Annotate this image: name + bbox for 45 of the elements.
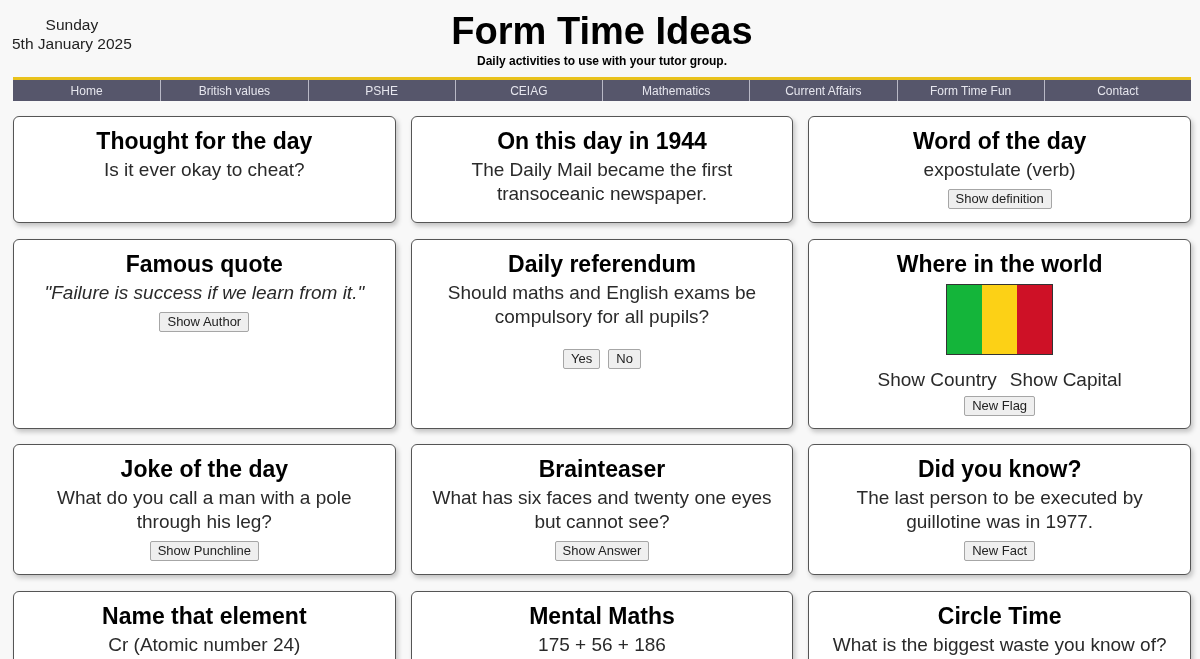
nav-link[interactable]: CEIAG	[454, 80, 602, 101]
card-text: The last person to be executed by guillotine was in 1977.	[855, 486, 1144, 534]
card-text: What is the biggest waste you know of?	[832, 632, 1167, 657]
reveal-button[interactable]: Show Author	[159, 311, 250, 332]
question-text: Should maths and English exams be compulsory for all pupils?	[446, 280, 758, 329]
reveal-button[interactable]: New Flag	[964, 395, 1036, 416]
card-title: Word of the day	[912, 127, 1087, 156]
card-title: Famous quote	[125, 249, 283, 279]
vote-button[interactable]: Yes	[563, 348, 601, 369]
reveal-button[interactable]: Show Punchline	[149, 541, 259, 561]
nav-link[interactable]: Form Time Fun	[896, 80, 1044, 101]
nav-link[interactable]: British values	[160, 80, 308, 101]
quote-text: "Failure is success if we learn from it."	[44, 280, 365, 305]
card-title: On this day in 1944	[497, 127, 707, 156]
nav-link[interactable]: Mathematics	[602, 80, 750, 101]
card-title: Circle Time	[937, 601, 1062, 631]
card-title: Did you know?	[917, 455, 1082, 484]
nav-link[interactable]: Current Affairs	[749, 80, 897, 101]
page-subtitle: Daily activities to use with your tutor group.	[476, 53, 727, 69]
card-title: Joke of the day	[120, 455, 289, 484]
card-title: Daily referendum	[508, 249, 696, 279]
card-text: What has six faces and twenty one eyes but cannot see?	[431, 486, 773, 534]
card-title: Name that element	[102, 601, 307, 631]
reveal-button[interactable]: Show definition	[947, 189, 1052, 209]
card-text: Cr (Atomic number 24)	[108, 632, 301, 657]
card-text: The Daily Mail became the first transoceanic newspaper.	[470, 158, 734, 206]
reveal-link[interactable]: Show Capital	[1009, 367, 1122, 392]
card-title: Mental Maths	[529, 601, 675, 631]
vote-button[interactable]: No	[608, 348, 641, 369]
nav-link[interactable]: Home	[13, 80, 161, 101]
card-text: 175 + 56 + 186	[538, 632, 666, 657]
card-text: Is it ever okay to cheat?	[104, 158, 305, 182]
nav-link[interactable]: Contact	[1043, 80, 1191, 101]
card-title: Where in the world	[896, 249, 1103, 279]
page-title: Form Time Ideas	[451, 9, 753, 53]
reveal-button[interactable]: Show Answer	[554, 541, 650, 561]
card-text: expostulate (verb)	[923, 158, 1076, 182]
card-title: Brainteaser	[538, 455, 666, 484]
weekday-text: Sunday	[45, 15, 99, 34]
card-title: Thought for the day	[96, 127, 313, 156]
date-text: 5th January 2025	[12, 34, 132, 53]
reveal-button[interactable]: New Fact	[964, 541, 1036, 561]
card-text: What do you call a man with a pole through his leg?	[56, 486, 353, 534]
reveal-link[interactable]: Show Country	[877, 367, 997, 392]
nav-link[interactable]: PSHE	[307, 80, 455, 101]
